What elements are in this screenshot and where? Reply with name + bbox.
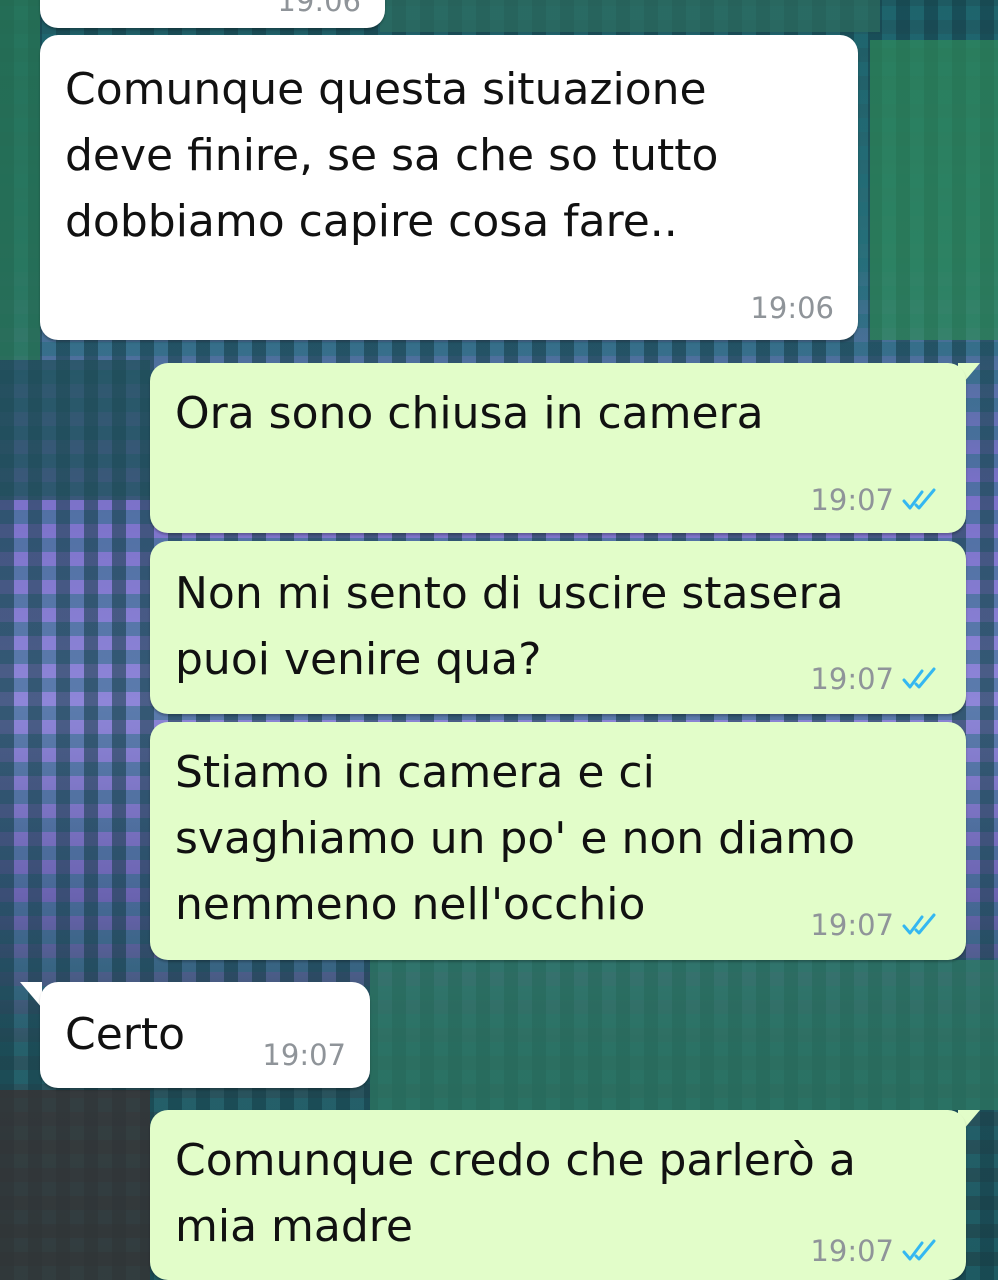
message-text: Comunque questa situazione deve finire, …: [65, 64, 719, 247]
wallpaper-patch: [0, 1090, 150, 1280]
message-text: Certo: [65, 1009, 186, 1060]
message-text: Non mi sento di uscire stasera puoi veni…: [175, 568, 844, 685]
wallpaper-patch: [0, 360, 150, 500]
message-bubble-outgoing[interactable]: Comunque credo che parlerò a mia madre 1…: [150, 1110, 966, 1280]
message-meta: 19:07: [810, 1234, 942, 1268]
double-check-icon: [902, 667, 936, 689]
message-meta: 19:07: [810, 662, 942, 696]
message-bubble-incoming[interactable]: Certo 19:07: [40, 982, 370, 1088]
message-time: 19:07: [810, 483, 894, 517]
double-check-icon: [902, 913, 936, 935]
message-meta: 19:07: [810, 483, 942, 517]
wallpaper-patch: [870, 40, 998, 340]
message-time: 19:07: [262, 1038, 346, 1072]
message-meta: 19:06: [277, 0, 361, 18]
wallpaper-patch: [380, 0, 880, 32]
message-text: Ora sono chiusa in camera: [175, 388, 764, 439]
double-check-icon: [902, 1239, 936, 1261]
message-meta: 19:07: [810, 908, 942, 942]
message-bubble-partial[interactable]: 19:06: [40, 0, 385, 28]
message-text: Stiamo in camera e ci svaghiamo un po' e…: [175, 747, 856, 930]
message-bubble-outgoing[interactable]: Non mi sento di uscire stasera puoi veni…: [150, 541, 966, 714]
message-meta: 19:07: [262, 1038, 346, 1072]
message-time: 19:07: [810, 908, 894, 942]
message-text: Comunque credo che parlerò a mia madre: [175, 1135, 856, 1252]
message-meta: 19:06: [750, 291, 834, 325]
message-time: 19:06: [277, 0, 361, 18]
wallpaper-patch: [370, 960, 998, 1110]
message-bubble-outgoing[interactable]: Ora sono chiusa in camera 19:07: [150, 363, 966, 533]
message-bubble-incoming[interactable]: Comunque questa situazione deve finire, …: [40, 35, 858, 340]
message-time: 19:07: [810, 1234, 894, 1268]
message-bubble-outgoing[interactable]: Stiamo in camera e ci svaghiamo un po' e…: [150, 722, 966, 960]
double-check-icon: [902, 488, 936, 510]
message-time: 19:06: [750, 291, 834, 325]
bubble-tail: [20, 982, 42, 1008]
message-time: 19:07: [810, 662, 894, 696]
wallpaper-patch: [0, 0, 40, 360]
